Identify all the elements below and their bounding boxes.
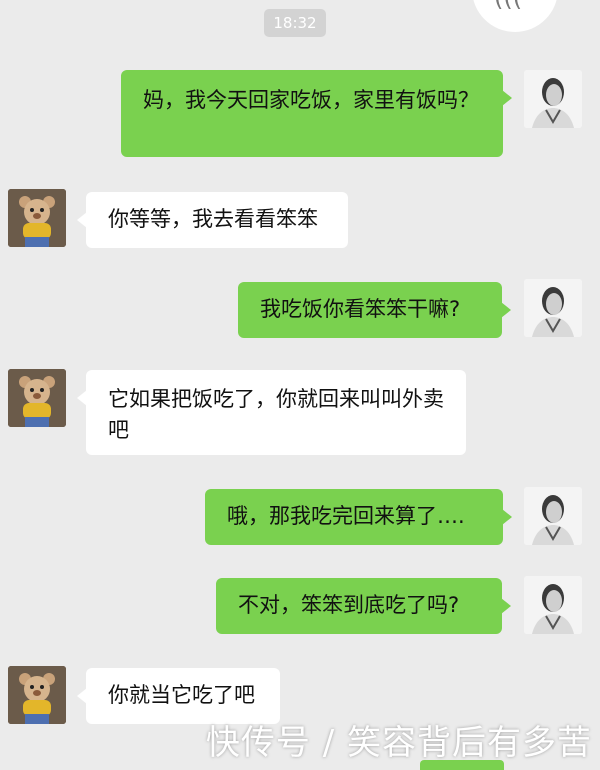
my-avatar[interactable]: [524, 279, 582, 337]
man-portrait-avatar-icon: [524, 487, 582, 545]
chat-bubble-incoming[interactable]: 它如果把饭吃了，你就回来叫叫外卖吧: [77, 370, 466, 455]
message-text: 妈，我今天回家吃饭，家里有饭吗？: [143, 88, 479, 112]
message-timestamp: 18:32: [264, 9, 326, 37]
contact-avatar[interactable]: [8, 369, 66, 427]
my-avatar[interactable]: [524, 576, 582, 634]
chat-bubble-incoming[interactable]: 你等等，我去看看笨笨: [77, 192, 348, 248]
chat-bubble-outgoing[interactable]: 妈，我今天回家吃饭，家里有饭吗？: [121, 70, 512, 157]
my-avatar[interactable]: [524, 487, 582, 545]
chat-bubble-outgoing[interactable]: 我吃饭你看笨笨干嘛?: [238, 282, 511, 338]
my-avatar[interactable]: [524, 70, 582, 128]
teddy-bear-avatar-icon: [8, 666, 66, 724]
teddy-bear-avatar-icon: [8, 189, 66, 247]
message-text: 不对，笨笨到底吃了吗?: [238, 593, 460, 617]
contact-avatar[interactable]: [8, 189, 66, 247]
message-text: 它如果把饭吃了，你就回来叫叫外卖吧: [108, 387, 444, 442]
chat-bubble-outgoing[interactable]: 哦，那我吃完回来算了….: [205, 489, 512, 545]
man-portrait-avatar-icon: [524, 279, 582, 337]
message-text: 你就当它吃了吧: [108, 683, 255, 707]
voice-toggle-button[interactable]: (((: [472, 0, 558, 32]
message-text: 你等等，我去看看笨笨: [108, 207, 318, 231]
message-text: 我吃饭你看笨笨干嘛?: [260, 297, 461, 321]
chat-bubble-outgoing[interactable]: 不对，笨笨到底吃了吗?: [216, 578, 511, 634]
teddy-bear-avatar-icon: [8, 369, 66, 427]
contact-avatar[interactable]: [8, 666, 66, 724]
message-text: 哦，那我吃完回来算了….: [227, 504, 465, 528]
man-portrait-avatar-icon: [524, 70, 582, 128]
voice-mode-icon: (((: [494, 0, 522, 12]
man-portrait-avatar-icon: [524, 576, 582, 634]
watermark: 快传号 / 笑容背后有多苦: [205, 723, 592, 763]
